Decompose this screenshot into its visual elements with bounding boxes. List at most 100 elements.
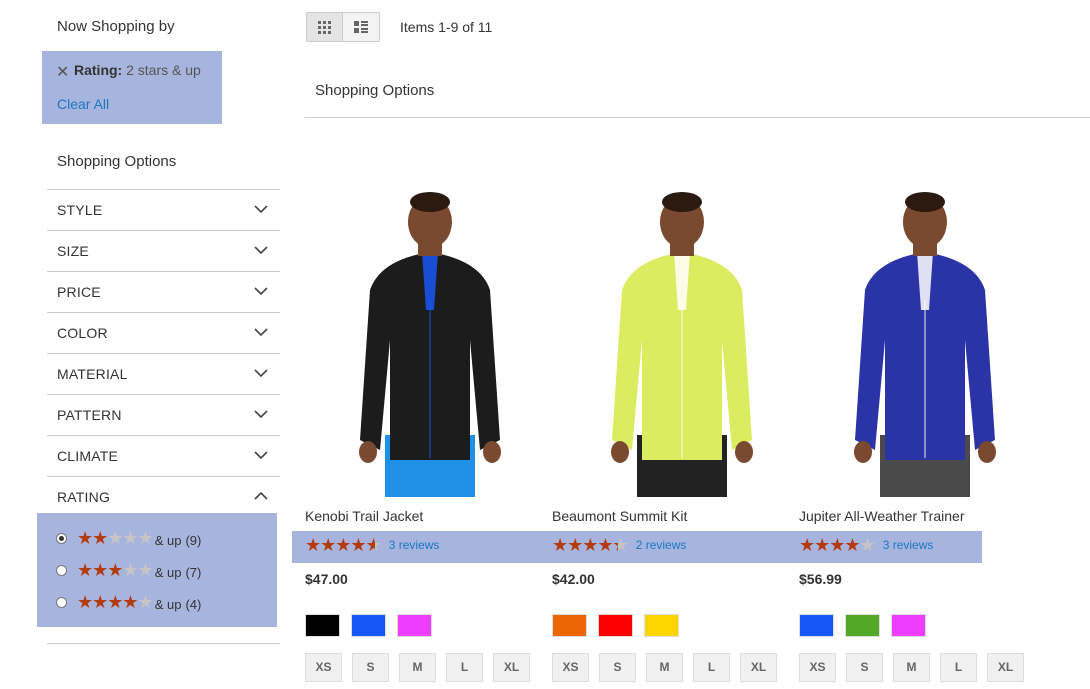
chevron-down-icon [254, 287, 268, 296]
toolbar-divider [305, 117, 1090, 118]
reviews-link[interactable]: 3 reviews [389, 538, 440, 552]
clear-all-link[interactable]: Clear All [57, 96, 109, 112]
size-swatch[interactable]: XL [987, 653, 1024, 682]
product-photo[interactable] [582, 190, 782, 497]
rating-option-4[interactable]: ★★★★★★★★★★& up(4) [56, 589, 201, 615]
filter-size[interactable]: SIZE [47, 230, 280, 271]
color-swatch[interactable] [799, 614, 834, 637]
rating-stars: ★★★★★★★★★★ [77, 592, 154, 612]
filter-climate[interactable]: CLIMATE [47, 435, 280, 476]
rating-option-3[interactable]: ★★★★★★★★★★& up(7) [56, 557, 201, 583]
product-image[interactable] [330, 190, 530, 497]
size-swatch[interactable]: M [893, 653, 930, 682]
remove-filter-icon[interactable]: ✕ [56, 62, 69, 82]
color-swatch[interactable] [845, 614, 880, 637]
chevron-down-icon [254, 246, 268, 255]
rating-radio[interactable] [56, 532, 67, 544]
list-view-button[interactable] [342, 12, 380, 42]
filter-label: PATTERN [57, 407, 122, 423]
rating-count: (9) [185, 532, 202, 548]
sidebar-divider [47, 643, 280, 644]
size-swatch[interactable]: L [940, 653, 977, 682]
grid-view-button[interactable] [306, 12, 343, 42]
product-rating: ★★★★★★★★★★ 2 reviews [552, 536, 686, 554]
size-swatch[interactable]: XS [799, 653, 836, 682]
sidebar-shopping-options-title: Shopping Options [57, 153, 177, 170]
rating-stars: ★★★★★★★★★★ [77, 528, 154, 548]
size-swatch[interactable]: S [846, 653, 883, 682]
rating-count: (7) [185, 564, 202, 580]
filter-rating[interactable]: RATING [47, 476, 280, 517]
product-stars: ★★★★★★★★★★ [799, 535, 876, 555]
product-name-link[interactable]: Beaumont Summit Kit [552, 508, 687, 524]
color-swatch[interactable] [305, 614, 340, 637]
size-swatch[interactable]: M [646, 653, 683, 682]
filter-label: CLIMATE [57, 448, 119, 464]
product-stars: ★★★★★★★★★★ [305, 535, 382, 555]
filter-price[interactable]: PRICE [47, 271, 280, 312]
color-swatch[interactable] [644, 614, 679, 637]
active-filter-value: 2 stars & up [126, 62, 201, 78]
size-swatch[interactable]: L [693, 653, 730, 682]
rating-radio[interactable] [56, 564, 67, 576]
rating-and-up: & up [154, 564, 182, 580]
size-swatch[interactable]: XS [552, 653, 589, 682]
now-shopping-title: Now Shopping by [57, 18, 175, 35]
filter-label: RATING [57, 489, 111, 505]
filter-label: STYLE [57, 202, 103, 218]
rating-and-up: & up [154, 596, 182, 612]
rating-stars: ★★★★★★★★★★ [77, 560, 154, 580]
color-swatch[interactable] [552, 614, 587, 637]
filter-label: COLOR [57, 325, 108, 341]
size-swatch[interactable]: M [399, 653, 436, 682]
filter-label: MATERIAL [57, 366, 128, 382]
size-swatch[interactable]: XL [493, 653, 530, 682]
filter-material[interactable]: MATERIAL [47, 353, 280, 394]
size-swatch[interactable]: XL [740, 653, 777, 682]
product-image[interactable] [825, 190, 1025, 497]
product-price: $56.99 [799, 571, 842, 587]
filter-label: SIZE [57, 243, 89, 259]
product-price: $42.00 [552, 571, 595, 587]
chevron-down-icon [254, 205, 268, 214]
reviews-link[interactable]: 2 reviews [636, 538, 687, 552]
rating-and-up: & up [154, 532, 182, 548]
size-swatch[interactable]: XS [305, 653, 342, 682]
rating-radio[interactable] [56, 596, 67, 608]
filter-style[interactable]: STYLE [47, 189, 280, 230]
product-name-link[interactable]: Jupiter All-Weather Trainer [799, 508, 964, 524]
main-shopping-options-title: Shopping Options [315, 82, 435, 99]
size-swatch[interactable]: S [352, 653, 389, 682]
filter-pattern[interactable]: PATTERN [47, 394, 280, 435]
chevron-down-icon [254, 451, 268, 460]
list-icon [354, 21, 368, 33]
product-rating: ★★★★★★★★★★ 3 reviews [305, 536, 439, 554]
product-photo[interactable] [330, 190, 530, 497]
product-photo[interactable] [825, 190, 1025, 497]
chevron-down-icon [254, 328, 268, 337]
product-name-link[interactable]: Kenobi Trail Jacket [305, 508, 423, 524]
color-swatch[interactable] [891, 614, 926, 637]
product-price: $47.00 [305, 571, 348, 587]
chevron-down-icon [254, 369, 268, 378]
chevron-up-icon [254, 491, 268, 500]
rating-option-2[interactable]: ★★★★★★★★★★& up(9) [56, 525, 201, 551]
items-count: Items 1-9 of 11 [400, 19, 493, 35]
color-swatch[interactable] [598, 614, 633, 637]
rating-count: (4) [185, 596, 202, 612]
reviews-link[interactable]: 3 reviews [883, 538, 934, 552]
product-stars: ★★★★★★★★★★ [552, 535, 629, 555]
active-filter-label: Rating: [74, 62, 123, 78]
color-swatch[interactable] [351, 614, 386, 637]
size-swatch[interactable]: S [599, 653, 636, 682]
rating-filter-panel: ★★★★★★★★★★& up(9)★★★★★★★★★★& up(7)★★★★★★… [37, 513, 277, 627]
active-filter: Rating: 2 stars & up [74, 62, 201, 78]
filter-label: PRICE [57, 284, 101, 300]
grid-icon [318, 21, 331, 34]
product-image[interactable] [582, 190, 782, 497]
product-rating: ★★★★★★★★★★ 3 reviews [799, 536, 933, 554]
color-swatch[interactable] [397, 614, 432, 637]
chevron-down-icon [254, 410, 268, 419]
size-swatch[interactable]: L [446, 653, 483, 682]
filter-color[interactable]: COLOR [47, 312, 280, 353]
